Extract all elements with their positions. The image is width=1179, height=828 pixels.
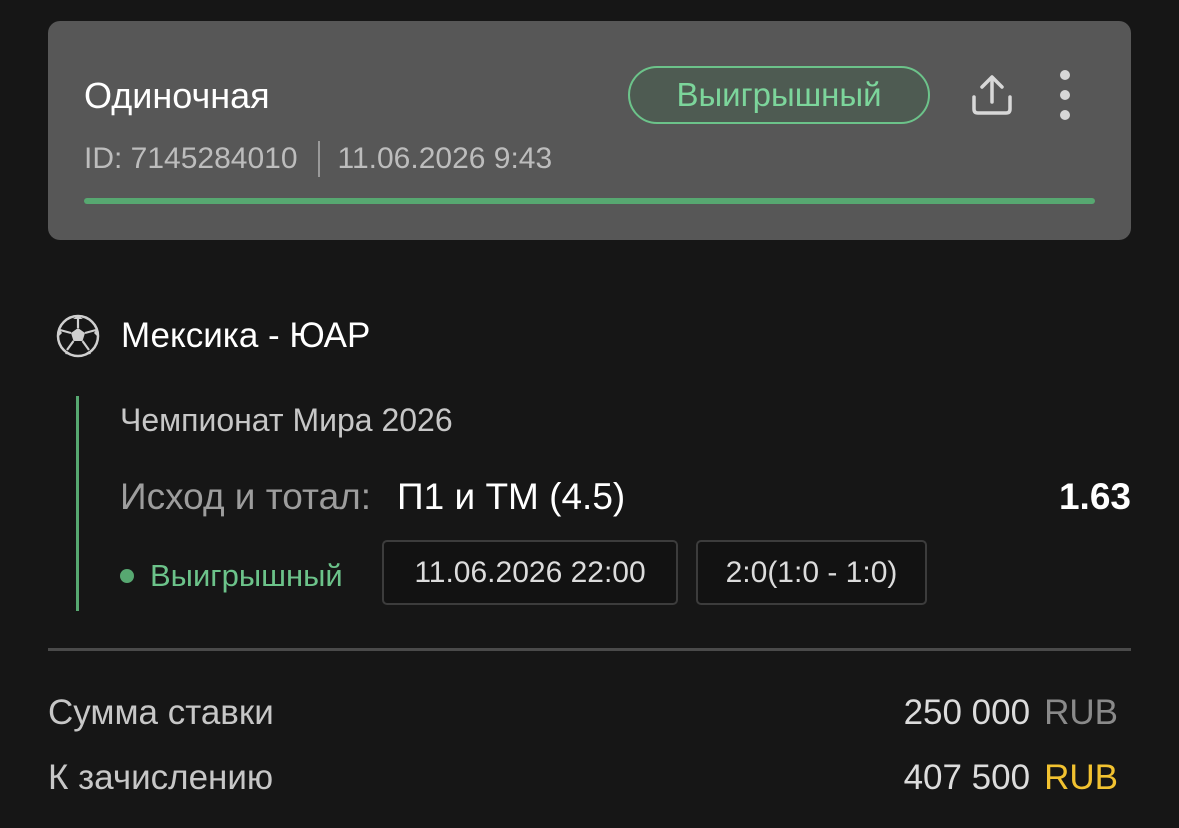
- bet-id: ID: 7145284010: [84, 142, 298, 175]
- summary-divider: [48, 648, 1131, 651]
- share-button[interactable]: [966, 69, 1018, 121]
- leg-status-label: Выигрышный: [150, 558, 343, 593]
- event-score-chip: 2:0(1:0 - 1:0): [696, 540, 927, 605]
- soccer-ball-icon: [56, 314, 100, 358]
- payout-label: К зачислению: [48, 758, 274, 797]
- market-selection: П1 и ТМ (4.5): [397, 476, 626, 517]
- status-dot: [120, 569, 134, 583]
- payout-amount: 407 500: [903, 758, 1031, 797]
- leg-status: Выигрышный: [120, 556, 343, 596]
- more-vertical-icon: [1060, 70, 1070, 120]
- match-title: Мексика - ЮАР: [121, 316, 371, 355]
- bet-type-title: Одиночная: [84, 75, 270, 116]
- stake-amount: 250 000: [903, 693, 1031, 732]
- odds-value: 1.63: [1058, 476, 1131, 517]
- market-row: Исход и тотал: П1 и ТМ (4.5) 1.63: [120, 474, 1131, 520]
- share-icon: [972, 75, 1012, 115]
- payout-row: К зачислению 407 500 RUB: [48, 755, 1118, 801]
- meta-divider: [317, 141, 320, 177]
- event-start-time-chip: 11.06.2026 22:00: [382, 540, 678, 605]
- bet-progress-bar: [84, 198, 1095, 204]
- match-header[interactable]: Мексика - ЮАР: [55, 313, 370, 359]
- stake-currency: RUB: [1044, 693, 1118, 732]
- market-label: Исход и тотал:: [120, 476, 372, 517]
- payout-currency: RUB: [1044, 758, 1118, 797]
- bet-header-card: Одиночная Выигрышный ID: 7145284010 11.0…: [48, 21, 1131, 240]
- bet-meta: ID: 7145284010 11.06.2026 9:43: [84, 141, 552, 177]
- bet-status-badge: Выигрышный: [628, 66, 930, 124]
- more-options-button[interactable]: [1048, 67, 1082, 123]
- leg-status-stripe: [76, 396, 79, 611]
- stake-label: Сумма ставки: [48, 693, 274, 732]
- tournament-name: Чемпионат Мира 2026: [120, 402, 453, 438]
- stake-row: Сумма ставки 250 000 RUB: [48, 690, 1118, 736]
- bet-placed-time: 11.06.2026 9:43: [337, 142, 553, 175]
